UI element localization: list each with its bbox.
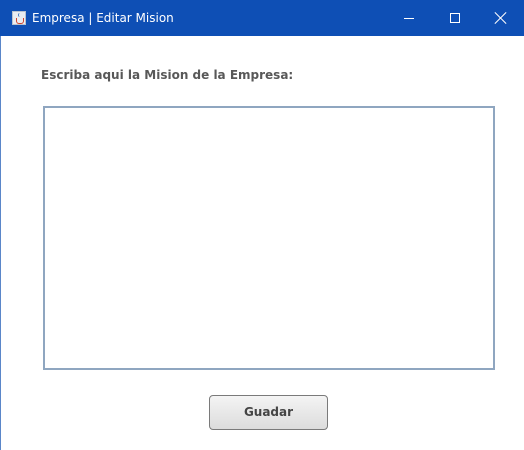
java-icon[interactable] [12,11,26,25]
window-title: Empresa | Editar Mision [32,11,174,25]
maximize-icon [450,13,460,23]
maximize-button[interactable] [432,0,478,36]
mission-prompt-label: Escriba aqui la Mision de la Empresa: [41,68,294,82]
editar-mision-window: Empresa | Editar Mision Escriba aqui la … [0,0,524,450]
close-button[interactable] [478,0,524,36]
title-bar[interactable]: Empresa | Editar Mision [0,0,524,36]
window-border [0,36,1,450]
minimize-button[interactable] [386,0,432,36]
close-icon [495,12,507,24]
mission-textarea[interactable] [43,106,495,370]
save-button[interactable]: Guadar [209,395,328,430]
minimize-icon [404,18,414,19]
